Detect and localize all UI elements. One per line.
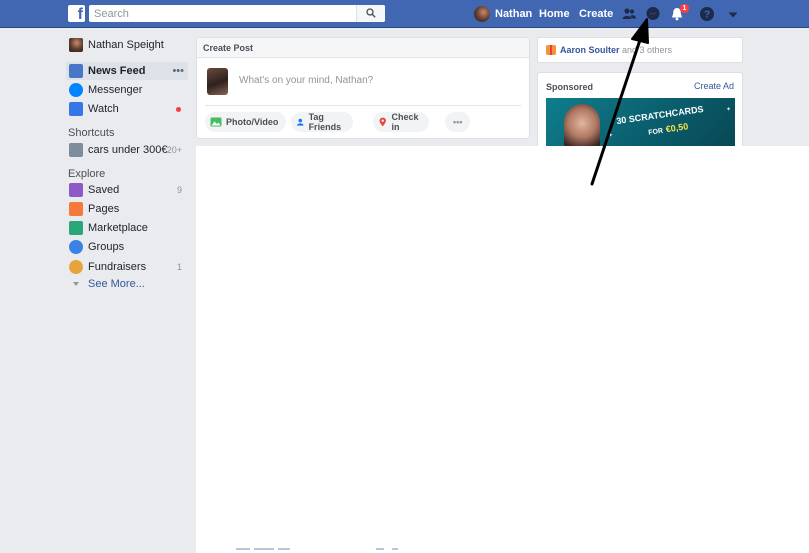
saved-icon [69,183,83,197]
create-ad-link[interactable]: Create Ad [694,81,734,91]
sidebar-item-label: Messenger [88,84,143,96]
sidebar-item-label: Saved [88,184,120,196]
search-icon [366,8,376,18]
sparkle-icon: ✦ [608,133,614,139]
more-actions-button[interactable]: ••• [445,112,471,132]
count-badge: 1 [176,262,182,272]
birthday-suffix: and 3 others [619,45,673,55]
sidebar-item-label: cars under 300€ [88,144,168,156]
profile-name: Nathan [495,8,533,20]
sidebar-item-news-feed[interactable]: News Feed ••• [66,62,188,80]
gift-icon [546,45,556,55]
top-navigation-bar: f Nathan Home Create 1 ? [0,0,809,28]
chevron-down-icon [73,282,79,286]
location-pin-icon [379,117,386,127]
search-button[interactable] [356,5,385,22]
ad-person-image [564,104,600,151]
more-options-icon: ••• [453,117,463,127]
sidebar-item-saved[interactable]: Saved 9 [66,181,188,199]
pages-icon [69,202,83,216]
sidebar-item-label: Groups [88,241,125,253]
ad-headline: 30 SCRATCHCARDS [615,103,705,127]
sidebar-item-messenger[interactable]: Messenger [66,81,188,99]
facebook-logo[interactable]: f [68,5,85,23]
sidebar-item-label: Marketplace [88,222,148,234]
shortcuts-heading: Shortcuts [68,127,115,139]
tag-friends-button[interactable]: Tag Friends [291,112,353,132]
sponsored-title: Sponsored [546,82,594,92]
status-composer-input[interactable]: What's on your mind, Nathan? [239,75,373,86]
messenger-icon[interactable] [645,6,661,22]
ad-price-value: €0,50 [665,121,689,135]
watch-icon [69,102,83,116]
fundraisers-icon [69,260,83,274]
sidebar-item-cars-under-300[interactable]: cars under 300€ 20+ [66,141,188,159]
button-label: Photo/Video [226,117,279,127]
button-label: Check in [391,112,419,132]
news-feed-icon [69,64,83,78]
search-input[interactable] [89,5,355,22]
sidebar-item-watch[interactable]: Watch [66,100,188,118]
caret-down-icon[interactable] [725,7,741,23]
birthday-name-link[interactable]: Aaron Soulter [560,45,620,55]
help-icon[interactable]: ? [699,6,715,22]
sidebar-item-pages[interactable]: Pages [66,200,188,218]
sidebar-item-groups[interactable]: Groups [66,238,188,256]
notification-count-badge: 1 [680,4,689,13]
create-post-title: Create Post [197,38,529,58]
ad-for-label: FOR [647,127,664,137]
sponsored-card: Sponsored Create Ad ✦ ✦ 30 SCRATCHCARDS … [537,72,743,152]
photo-video-button[interactable]: Photo/Video [205,112,287,132]
friends-icon[interactable] [621,6,637,22]
svg-text:?: ? [704,10,710,21]
cut-off-text [236,548,406,553]
messenger-icon [69,83,83,97]
more-options-icon[interactable]: ••• [172,65,184,77]
photo-icon [210,117,222,127]
groups-icon [69,240,83,254]
blank-content-area [196,146,809,553]
sidebar-item-marketplace[interactable]: Marketplace [66,219,188,237]
new-content-dot [176,106,181,112]
tag-friends-icon [297,118,304,126]
count-badge: 20+ [166,145,182,155]
create-post-card: Create Post What's on your mind, Nathan?… [196,37,530,139]
divider [205,105,521,106]
sidebar-item-label: News Feed [88,65,146,77]
sidebar-item-label: Fundraisers [88,261,147,273]
marketplace-icon [69,221,83,235]
see-more-label: See More... [88,278,145,290]
check-in-button[interactable]: Check in [373,112,430,132]
profile-link[interactable]: Nathan [474,5,532,23]
sidebar-item-label: Watch [88,103,119,115]
profile-shortcut[interactable]: Nathan Speight [66,36,188,54]
birthday-text: Aaron Soulter and 3 others [560,45,672,55]
group-icon [69,143,83,157]
explore-heading: Explore [68,168,106,180]
count-badge: 9 [176,185,182,195]
ad-price: FOR €0,50 [648,121,689,137]
see-more-link[interactable]: See More... [66,275,188,293]
home-link[interactable]: Home [539,8,570,20]
avatar [207,68,228,95]
button-label: Tag Friends [308,112,342,132]
birthday-reminder-card: Aaron Soulter and 3 others [537,37,743,63]
ad-image[interactable]: ✦ ✦ 30 SCRATCHCARDS FOR €0,50 [546,98,735,151]
create-link[interactable]: Create [579,8,613,20]
avatar [474,6,490,22]
avatar [69,38,83,52]
profile-name: Nathan Speight [88,39,164,51]
sparkle-icon: ✦ [726,107,732,113]
sidebar-item-label: Pages [88,203,120,215]
sidebar-item-fundraisers[interactable]: Fundraisers 1 [66,258,188,276]
search-box [89,5,385,22]
